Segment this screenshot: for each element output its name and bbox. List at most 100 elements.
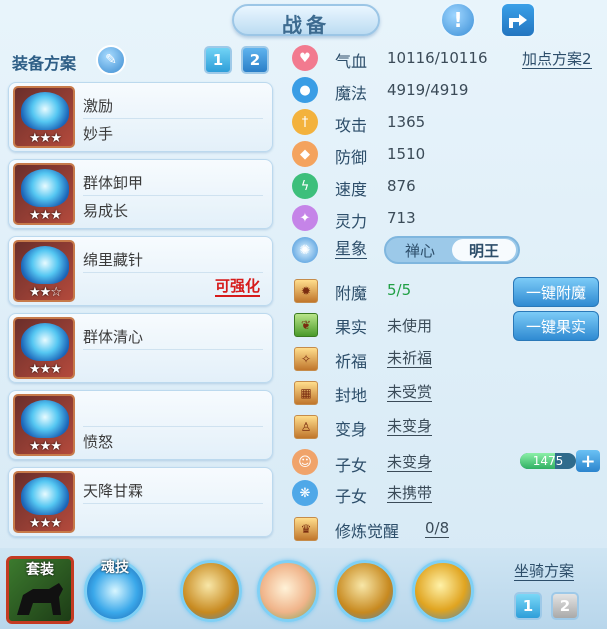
info-button[interactable]: ! (440, 2, 476, 38)
stat-label: 星象 (335, 239, 368, 259)
child-exp-bar: 1475 (520, 453, 576, 469)
strengthen-link[interactable]: 可强化 (215, 277, 261, 297)
title-plate: 战备 (232, 4, 380, 37)
pencil-icon: ✎ (105, 52, 117, 68)
mount-plan-tab-2[interactable]: 2 (551, 592, 579, 620)
spirit-icon: ✦ (292, 205, 318, 231)
equip-skill-name: 群体卸甲 (83, 174, 144, 192)
sword-icon: † (292, 109, 318, 135)
stat-label: 速度 (335, 180, 368, 199)
extra-transform: ♙ 变身 未变身 (292, 413, 602, 441)
equip-icon: ★★★ (13, 471, 75, 533)
child-icon: ☺ (292, 449, 318, 475)
equip-card[interactable]: ★★★ 天降甘霖 (8, 467, 273, 537)
stat-value: 1365 (387, 113, 426, 131)
equip-art (21, 169, 69, 207)
one-click-fruit-button[interactable]: 一键果实 (513, 311, 599, 341)
heart-icon: ♥ (292, 45, 318, 71)
stat-hp: ♥ 气血 10116/10116 (292, 45, 602, 73)
battle-prep-panel: 战备 ! 装备方案 ✎ 1 2 ★★★ 激励 妙手 ★★★ 群体卸甲 易成长 ★… (0, 0, 607, 629)
tab-soul-skill[interactable]: 魂技 (84, 560, 146, 622)
stat-label: 子女 (335, 487, 368, 506)
mana-icon: ● (292, 77, 318, 103)
lightning-icon: ϟ (292, 173, 318, 199)
stat-def: ◆ 防御 1510 (292, 141, 602, 169)
stat-label: 灵力 (335, 212, 368, 231)
divider (83, 118, 263, 119)
awaken-icon: ♛ (294, 517, 318, 541)
equip-trait-name: 易成长 (83, 202, 129, 220)
beast-icon (17, 583, 63, 615)
plus-icon: + (580, 450, 596, 472)
stat-label: 封地 (335, 386, 368, 405)
stat-label: 魔法 (335, 84, 368, 103)
equip-skill-name: 绵里藏针 (83, 251, 144, 269)
skill-slot-4[interactable] (412, 560, 474, 622)
equip-art (21, 477, 69, 515)
tab-set-equipment[interactable]: 套装 (6, 556, 74, 624)
stat-label: 附魔 (335, 284, 368, 303)
pray-link[interactable]: 未祈福 (387, 349, 433, 368)
equip-icon: ★★★ (13, 317, 75, 379)
equip-icon: ★★★ (13, 394, 75, 456)
equip-plan-tab-2[interactable]: 2 (241, 46, 269, 74)
skill-slot-2[interactable] (257, 560, 319, 622)
stat-mp: ● 魔法 4919/4919 (292, 77, 602, 105)
star-sign-toggle: 禅心 明王 (384, 236, 520, 264)
pray-icon: ✧ (294, 347, 318, 371)
equip-trait-name: 妙手 (83, 125, 114, 143)
skill-slot-1[interactable] (180, 560, 242, 622)
child-transform-link[interactable]: 未变身 (387, 453, 433, 472)
enchant-icon: ✹ (294, 279, 318, 303)
stat-value: 未使用 (387, 317, 433, 335)
equip-plan-title: 装备方案 (12, 54, 77, 73)
equip-icon: ★★★ (13, 163, 75, 225)
equip-card[interactable]: ★★☆ 绵里藏针 可强化 (8, 236, 273, 306)
equip-plan-tab-1[interactable]: 1 (204, 46, 232, 74)
mount-plan-title[interactable]: 坐骑方案 (514, 562, 575, 581)
stat-spd: ϟ 速度 876 (292, 173, 602, 201)
equip-trait-name: 愤怒 (83, 433, 114, 451)
stat-value: 876 (387, 177, 416, 195)
header: 战备 ! (0, 0, 607, 40)
equip-card[interactable]: ★★★ 愤怒 (8, 390, 273, 460)
skill-slot-3[interactable] (334, 560, 396, 622)
equip-card[interactable]: ★★★ 群体卸甲 易成长 (8, 159, 273, 229)
star-option-chanxin[interactable]: 禅心 (388, 239, 452, 261)
transform-icon: ♙ (294, 415, 318, 439)
awaken-link[interactable]: 0/8 (425, 519, 450, 538)
star-sign-icon: ✺ (292, 237, 318, 263)
equip-stars: ★★★ (29, 516, 62, 531)
extra-awaken: ♛ 修炼觉醒 0/8 (292, 515, 602, 543)
stat-atk: † 攻击 1365 (292, 109, 602, 137)
equip-art (21, 400, 69, 438)
mount-plan-tab-1[interactable]: 1 (514, 592, 542, 620)
extra-child-2: ❋ 子女 未携带 (292, 480, 602, 508)
divider (83, 195, 263, 196)
stat-label: 修炼觉醒 (335, 522, 400, 541)
one-click-enchant-button[interactable]: 一键附魔 (513, 277, 599, 307)
equip-stars: ★★★ (29, 208, 62, 223)
equip-card[interactable]: ★★★ 群体清心 (8, 313, 273, 383)
fief-icon: ▦ (294, 381, 318, 405)
child-carry-link[interactable]: 未携带 (387, 484, 433, 503)
edit-plan-button[interactable]: ✎ (96, 45, 126, 75)
paw-icon: ❋ (292, 480, 318, 506)
stat-label: 防御 (335, 148, 368, 167)
page-title: 战备 (282, 13, 330, 37)
stat-label: 子女 (335, 456, 368, 475)
shield-icon: ◆ (292, 141, 318, 167)
fief-link[interactable]: 未受赏 (387, 383, 433, 402)
stat-label: 攻击 (335, 116, 368, 135)
stat-value: 1510 (387, 145, 426, 163)
add-child-exp-button[interactable]: + (576, 450, 600, 472)
equip-card[interactable]: ★★★ 激励 妙手 (8, 82, 273, 152)
star-option-mingwang[interactable]: 明王 (452, 239, 516, 261)
share-button[interactable] (500, 2, 536, 38)
equip-skill-name: 天降甘霖 (83, 482, 144, 500)
transform-link[interactable]: 未变身 (387, 417, 433, 436)
equip-stars: ★★★ (29, 131, 62, 146)
equip-stars: ★★★ (29, 362, 62, 377)
tab-label: 魂技 (101, 560, 129, 576)
divider (83, 503, 263, 504)
